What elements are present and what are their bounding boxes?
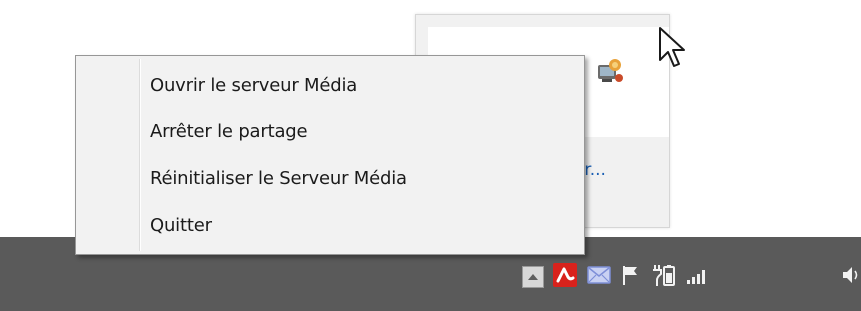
power-battery-icon[interactable] — [651, 262, 677, 288]
volume-icon[interactable] — [840, 262, 861, 288]
mail-icon[interactable] — [586, 262, 612, 288]
action-center-flag-icon[interactable] — [618, 262, 644, 288]
mouse-cursor-icon — [657, 26, 689, 72]
desktop-screen: ser... Ouvrir le serveur Média Arrêter l… — [0, 0, 861, 311]
avira-icon[interactable] — [552, 262, 578, 288]
menu-item-stop-sharing[interactable]: Arrêter le partage — [78, 110, 582, 154]
menu-item-reset-media-server[interactable]: Réinitialiser le Serveur Média — [78, 157, 582, 201]
menu-item-quit[interactable]: Quitter — [78, 204, 582, 248]
network-signal-icon[interactable] — [684, 262, 710, 288]
show-hidden-icons-button[interactable] — [522, 266, 544, 288]
menu-item-open-media-server[interactable]: Ouvrir le serveur Média — [78, 64, 582, 108]
chevron-up-icon — [528, 274, 538, 280]
menu-item-label: Arrêter le partage — [150, 121, 308, 142]
menu-item-label: Réinitialiser le Serveur Média — [150, 168, 407, 189]
menu-item-label: Quitter — [150, 215, 212, 236]
context-menu: Ouvrir le serveur Média Arrêter le parta… — [75, 55, 585, 255]
menu-item-label: Ouvrir le serveur Média — [150, 75, 358, 96]
media-server-tray-icon[interactable] — [595, 56, 625, 86]
